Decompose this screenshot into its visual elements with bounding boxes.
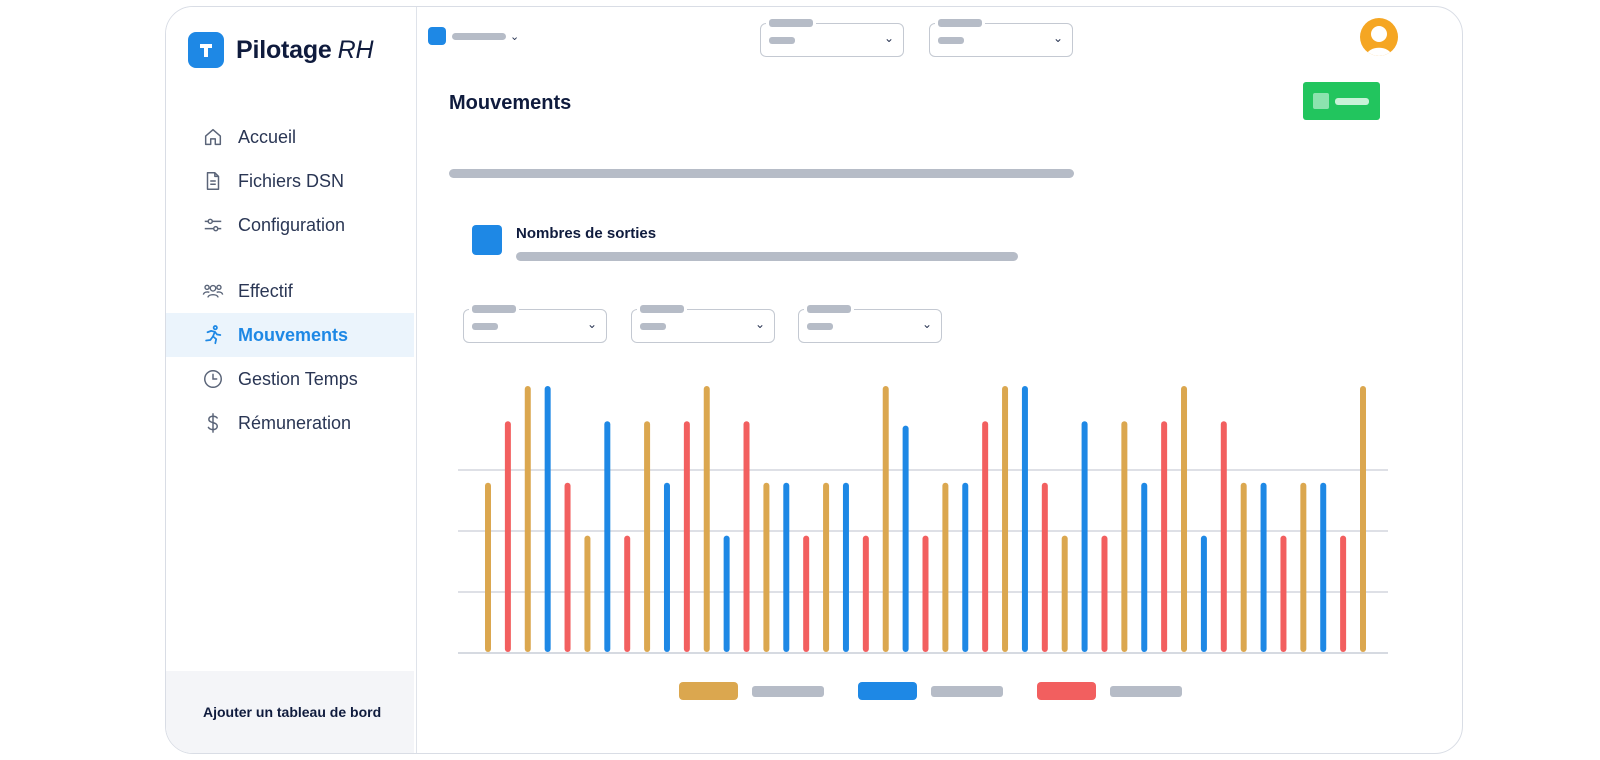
dropdown-label-placeholder <box>769 19 813 27</box>
chart-legend <box>679 682 1216 700</box>
sidebar-item-configuration[interactable]: Configuration <box>166 203 414 247</box>
chart-card-color-icon <box>472 225 502 255</box>
sidebar-item-accueil[interactable]: Accueil <box>166 115 414 159</box>
dropdown-label-placeholder <box>807 305 851 313</box>
chart-filter-dropdown-1[interactable]: ⌄ <box>463 305 607 343</box>
chart-card-text: Nombres de sorties <box>516 225 1018 261</box>
chevron-down-icon: ⌄ <box>1052 31 1063 45</box>
legend-swatch <box>1037 682 1096 700</box>
chevron-down-icon: ⌄ <box>754 317 765 331</box>
workspace-color-icon <box>428 27 446 45</box>
add-dashboard-button[interactable]: Ajouter un tableau de bord <box>166 671 414 753</box>
sidebar-item-gestion-temps[interactable]: Gestion Temps <box>166 357 414 401</box>
page-title: Mouvements <box>449 92 572 114</box>
sidebar-item-label: Accueil <box>238 126 297 147</box>
sidebar-item-effectif[interactable]: Effectif <box>166 269 414 313</box>
chevron-down-icon: ⌄ <box>883 31 894 45</box>
app-window: Pilotage RH Accueil Fichiers DSN Configur… <box>165 6 1463 754</box>
chart-card-subtitle-placeholder <box>516 252 1018 261</box>
brand-name: Pilotage RH <box>236 35 374 65</box>
dropdown-value-placeholder <box>938 37 964 44</box>
add-dashboard-label: Ajouter un tableau de bord <box>203 704 382 720</box>
dollar-icon <box>202 412 224 434</box>
legend-item-blue[interactable] <box>858 682 1003 700</box>
sidebar-item-label: Effectif <box>238 280 293 301</box>
dropdown-value-placeholder <box>769 37 795 44</box>
top-filter-dropdown-1[interactable]: ⌄ <box>760 19 904 57</box>
user-silhouette-icon <box>1366 26 1392 56</box>
chevron-down-icon: ⌄ <box>510 30 520 43</box>
sidebar: Pilotage RH Accueil Fichiers DSN Configur… <box>166 7 417 753</box>
button-icon-placeholder <box>1313 93 1329 109</box>
users-icon <box>202 280 224 302</box>
button-label-placeholder <box>1335 97 1369 105</box>
brand-logo-icon <box>188 32 224 68</box>
chart-filter-dropdown-3[interactable]: ⌄ <box>798 305 942 343</box>
file-icon <box>202 170 224 192</box>
user-avatar[interactable] <box>1360 18 1398 56</box>
legend-swatch <box>679 682 738 700</box>
dropdown-value-placeholder <box>807 323 833 330</box>
chart-filter-dropdown-2[interactable]: ⌄ <box>631 305 775 343</box>
clock-icon <box>202 368 224 390</box>
sidebar-item-label: Fichiers DSN <box>238 170 345 191</box>
running-person-icon <box>202 324 224 346</box>
chart-card-title: Nombres de sorties <box>516 225 657 242</box>
legend-label-placeholder <box>1110 685 1182 697</box>
dropdown-label-placeholder <box>472 305 516 313</box>
chevron-down-icon: ⌄ <box>921 317 932 331</box>
legend-item-gold[interactable] <box>679 682 824 700</box>
dropdown-value-placeholder <box>472 323 498 330</box>
dropdown-label-placeholder <box>640 305 684 313</box>
primary-action-button[interactable] <box>1303 82 1380 120</box>
page-description-placeholder <box>449 169 1074 178</box>
sidebar-item-label: Rémuneration <box>238 412 352 433</box>
sidebar-item-remuneration[interactable]: Rémuneration <box>166 401 414 445</box>
sidebar-item-label: Configuration <box>238 214 346 235</box>
legend-label-placeholder <box>752 685 824 697</box>
home-icon <box>202 126 224 148</box>
chevron-down-icon: ⌄ <box>586 317 597 331</box>
workspace-name-placeholder <box>452 32 506 40</box>
sidebar-item-mouvements[interactable]: Mouvements <box>166 313 414 357</box>
sidebar-nav: Accueil Fichiers DSN Configuration Effec <box>166 115 414 445</box>
brand[interactable]: Pilotage RH <box>188 32 374 68</box>
sliders-icon <box>202 214 224 236</box>
top-filter-dropdown-2[interactable]: ⌄ <box>929 19 1073 57</box>
legend-item-red[interactable] <box>1037 682 1182 700</box>
dropdown-label-placeholder <box>938 19 982 27</box>
sidebar-item-label: Mouvements <box>238 324 349 345</box>
bar-chart <box>458 386 1388 654</box>
legend-label-placeholder <box>931 685 1003 697</box>
workspace-selector[interactable]: ⌄ <box>428 27 519 45</box>
chart-card-header: Nombres de sorties <box>472 225 1018 261</box>
brand-suffix: RH <box>337 35 374 64</box>
legend-swatch <box>858 682 917 700</box>
sidebar-item-label: Gestion Temps <box>238 368 358 389</box>
brand-name-text: Pilotage <box>236 35 332 64</box>
sidebar-item-fichiers-dsn[interactable]: Fichiers DSN <box>166 159 414 203</box>
dropdown-value-placeholder <box>640 323 666 330</box>
